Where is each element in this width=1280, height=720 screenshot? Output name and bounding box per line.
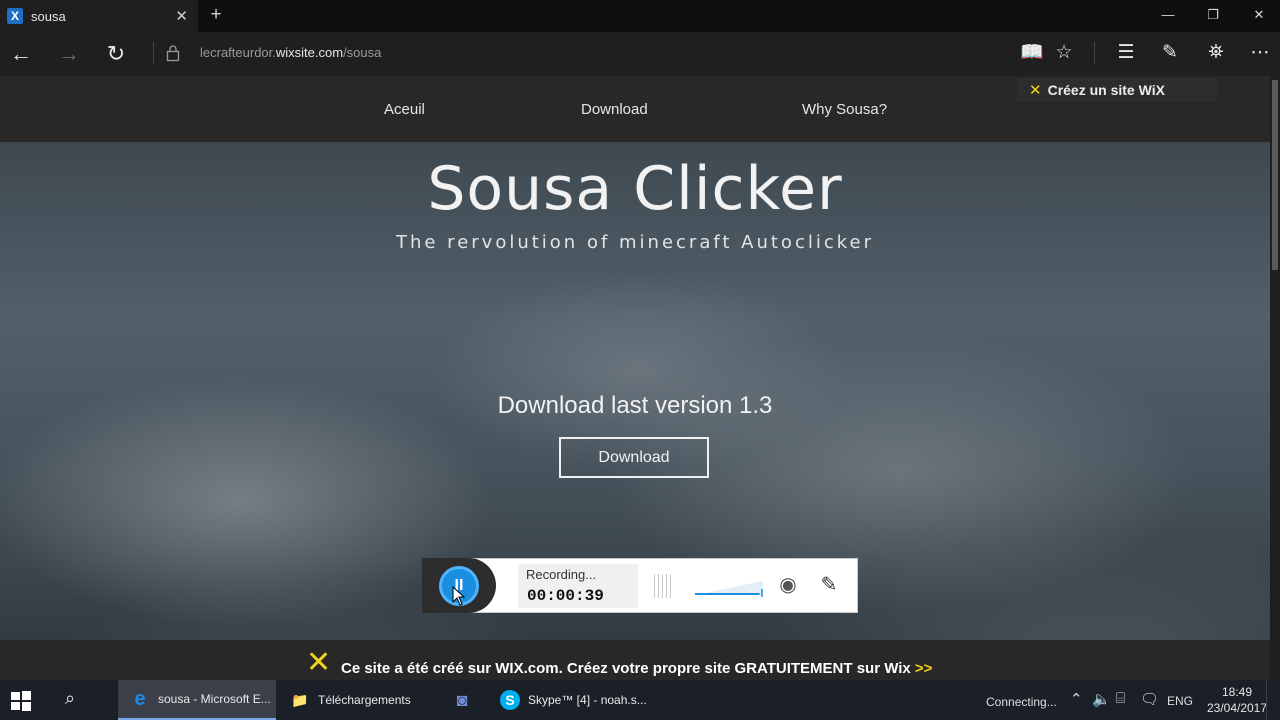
wix-x-logo-icon: ✕ [306,645,332,680]
recording-timer: 00:00:39 [527,587,604,605]
windows-start-icon[interactable] [10,690,32,712]
mouse-cursor-icon [452,586,466,606]
nav-link-download[interactable]: Download [581,101,648,118]
skype-icon: S [500,690,520,710]
clock[interactable]: 18:49 23/04/2017 [1206,684,1268,716]
network-icon[interactable]: ⌸ [1116,690,1125,707]
wix-banner-message: Ce site a été créé sur WIX.com. Créez vo… [341,660,915,677]
hero-title: Sousa Clicker [427,154,843,224]
webcam-icon[interactable]: ◉ [774,572,802,600]
divider [1094,42,1095,64]
edge-icon: e [134,687,146,710]
tray-chevron-up-icon[interactable]: ⌃ [1070,690,1083,708]
taskbar-item-discord[interactable]: ◙ [440,680,486,720]
drag-grip-icon[interactable] [654,574,672,598]
discord-icon: ◙ [456,689,468,710]
hero-subtitle: The rervolution of minecraft Autoclicker [395,232,874,253]
taskbar-item-label: Téléchargements [318,693,411,707]
browser-tab[interactable]: X sousa ✕ [0,0,198,32]
download-heading: Download last version 1.3 [497,392,773,419]
maximize-icon[interactable]: ❐ [1198,4,1228,26]
recording-status: Recording... [526,567,597,582]
minimize-icon[interactable]: — [1153,4,1183,26]
language-indicator[interactable]: ENG [1167,694,1193,708]
taskbar-item-skype[interactable]: S Skype™ [4] - noah.s... [488,680,648,720]
url-domain: wixsite.com [275,45,344,60]
show-desktop-button[interactable] [1266,680,1280,720]
wix-banner-text[interactable]: Ce site a été créé sur WIX.com. Créez vo… [341,660,932,677]
wix-favicon-icon: X [7,8,23,24]
wix-banner-arrow: >> [914,660,933,677]
back-icon[interactable]: ← [7,40,35,68]
folder-icon: 📁 [291,691,309,708]
favorite-star-icon[interactable]: ☆ [1051,40,1077,66]
message-icon[interactable]: 🗨 [1140,690,1159,708]
web-note-icon[interactable]: ✎ [1157,40,1183,66]
clock-time: 18:49 [1221,685,1253,699]
address-bar [0,32,1280,76]
divider [153,42,154,64]
download-button[interactable]: Download [559,437,709,478]
forward-icon[interactable]: → [55,40,83,68]
wix-create-label: Créez un site WiX [1047,82,1165,98]
close-window-icon[interactable]: ✕ [1244,4,1274,26]
speaker-icon[interactable]: 🔈 [1092,690,1111,708]
scrollbar-thumb[interactable] [1272,80,1278,270]
nav-link-aceuil[interactable]: Aceuil [384,101,425,118]
nav-link-why-sousa[interactable]: Why Sousa? [802,101,887,118]
wix-logo-icon: ✕ [1029,82,1042,99]
volume-slider[interactable] [695,577,763,597]
pen-icon[interactable]: ✎ [816,572,842,600]
share-icon[interactable]: ⛯ [1203,40,1229,66]
clock-date: 23/04/2017 [1206,701,1268,715]
taskbar-item-label: sousa - Microsoft E... [158,692,271,706]
url-path: /sousa [343,45,382,60]
taskbar-item-label: Skype™ [4] - noah.s... [528,693,647,707]
new-tab-icon[interactable]: + [206,4,226,26]
wix-create-site-button[interactable]: ✕ Créez un site WiX [1017,78,1217,102]
search-icon[interactable]: ⌕ [58,688,82,712]
refresh-icon[interactable]: ↻ [102,40,130,68]
taskbar-item-downloads[interactable]: 📁 Téléchargements [278,680,438,720]
hub-icon[interactable]: ☰ [1113,40,1139,66]
reading-view-icon[interactable]: 📖 [1019,40,1045,66]
lock-icon [166,45,180,62]
more-icon[interactable]: ⋯ [1247,40,1273,66]
tray-connecting-status: Connecting... [986,695,1057,709]
url-field[interactable]: lecrafteurdor.wixsite.com/sousa [200,45,381,60]
tab-close-icon[interactable]: ✕ [175,7,188,25]
taskbar-item-edge[interactable]: e sousa - Microsoft E... [118,680,276,720]
url-prefix: lecrafteurdor. [200,45,276,60]
tab-title: sousa [31,8,66,24]
